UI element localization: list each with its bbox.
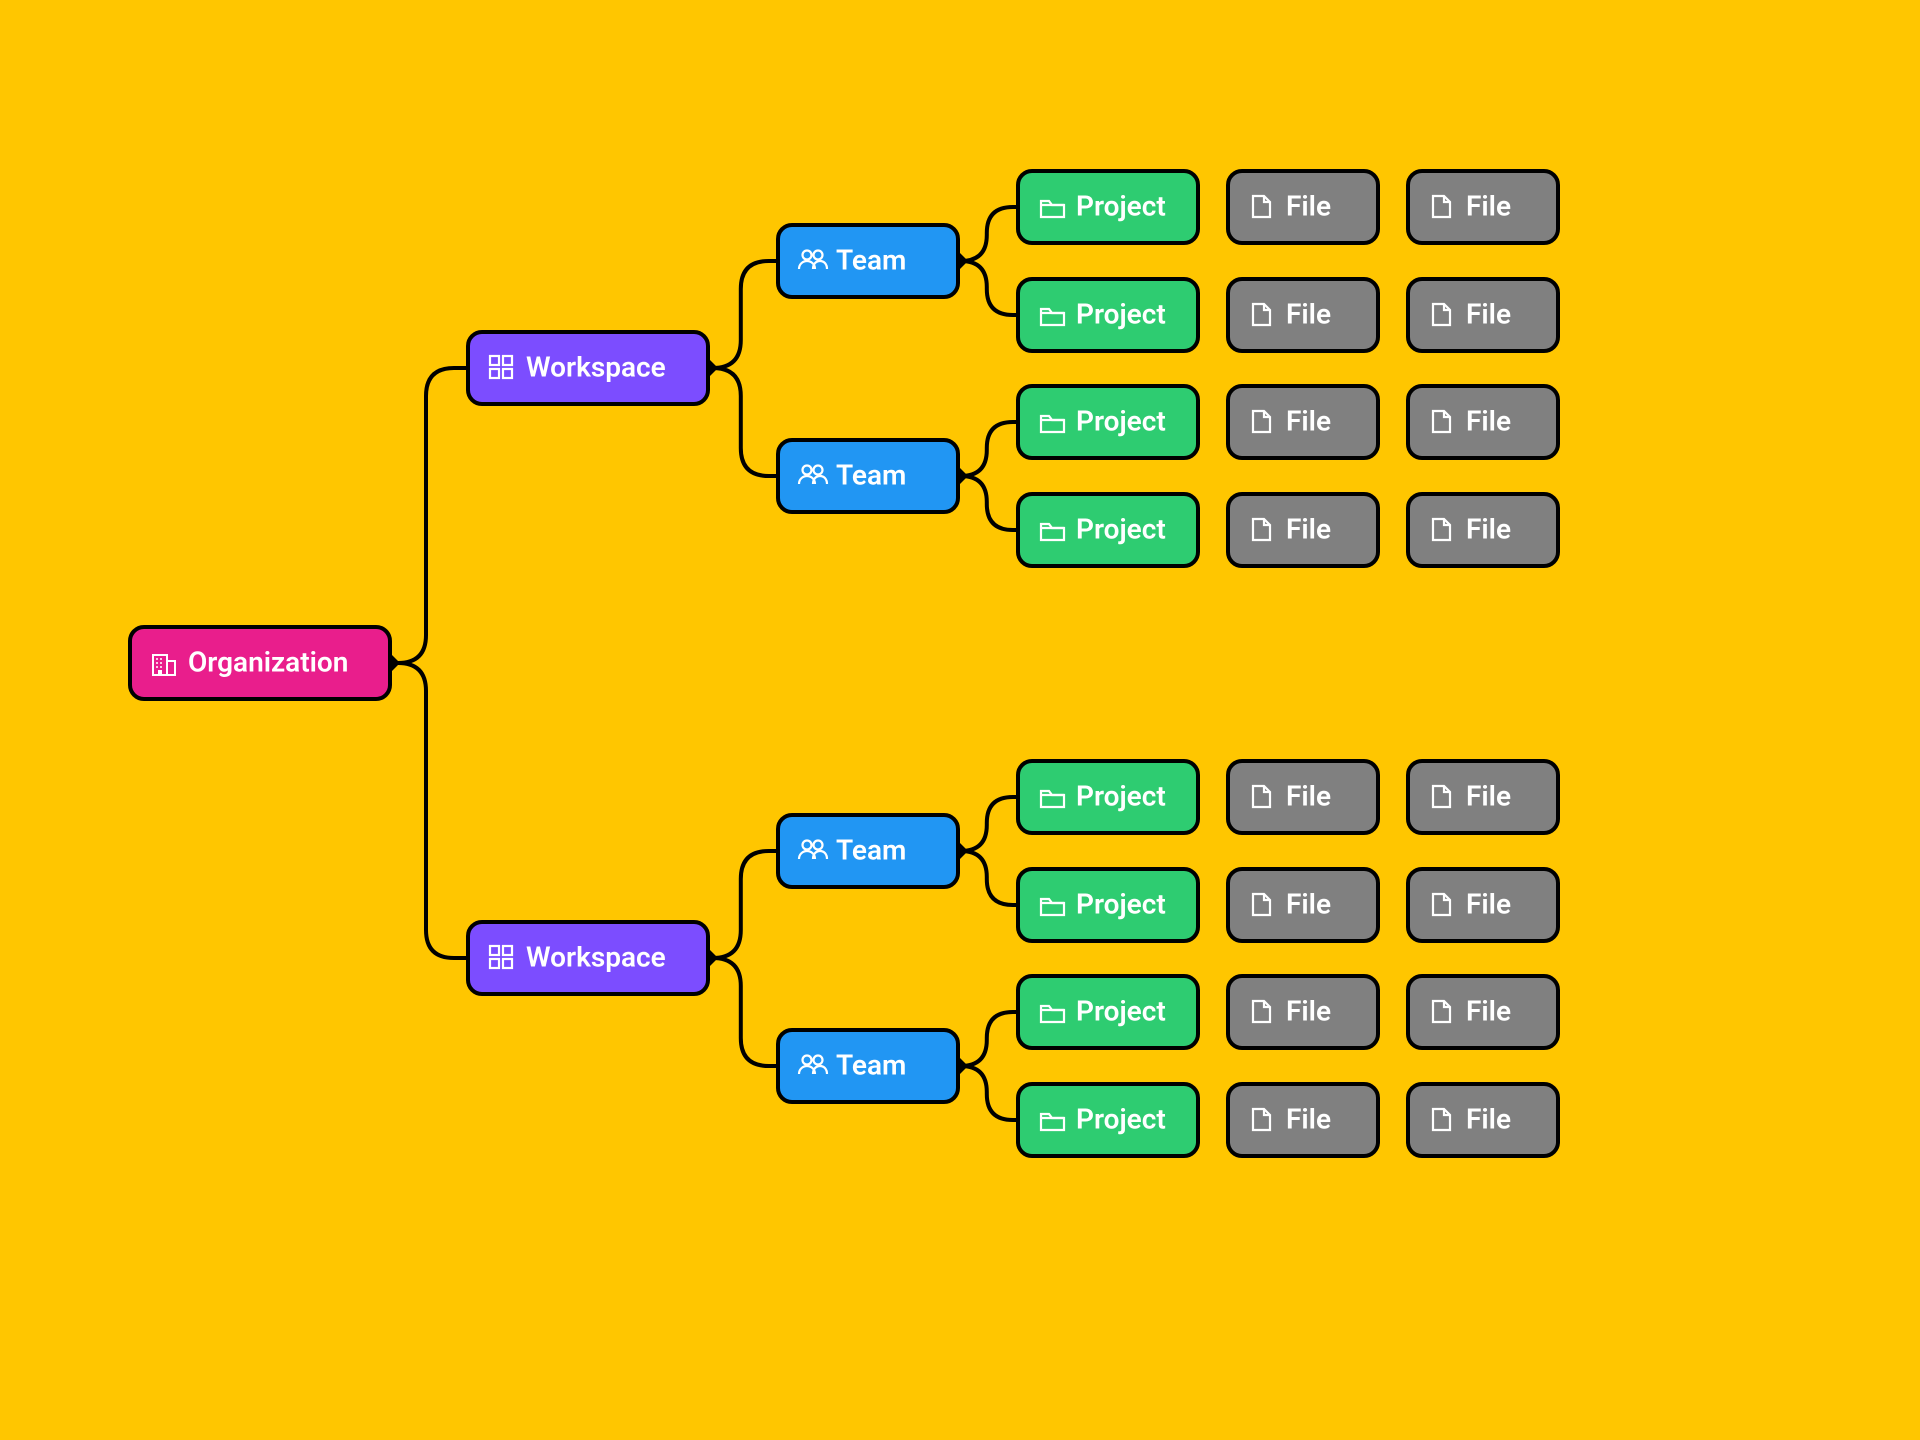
project-node: Project [1018, 976, 1198, 1048]
project-node: Project [1018, 869, 1198, 941]
file-node: File [1228, 279, 1378, 351]
file-node-label: File [1286, 887, 1331, 920]
file-node: File [1408, 1084, 1558, 1156]
file-node: File [1228, 171, 1378, 243]
file-node-label: File [1286, 404, 1331, 437]
team-node-label: Team [836, 243, 906, 276]
team-node-label: Team [836, 1048, 906, 1081]
hierarchy-diagram: Organization Workspace Team Project File File… [0, 0, 1920, 1440]
project-node-label: Project [1076, 994, 1166, 1027]
file-node: File [1408, 279, 1558, 351]
file-node-label: File [1466, 1102, 1511, 1135]
file-node: File [1228, 1084, 1378, 1156]
project-node-label: Project [1076, 512, 1166, 545]
team-node-label: Team [836, 833, 906, 866]
workspace-node-label: Workspace [526, 350, 666, 383]
file-node-label: File [1286, 1102, 1331, 1135]
file-node: File [1228, 494, 1378, 566]
project-node: Project [1018, 171, 1198, 243]
file-node: File [1408, 494, 1558, 566]
file-node: File [1228, 761, 1378, 833]
project-node: Project [1018, 386, 1198, 458]
project-node-label: Project [1076, 887, 1166, 920]
file-node: File [1408, 761, 1558, 833]
team-node: Team [778, 1030, 958, 1102]
file-node: File [1228, 386, 1378, 458]
file-node: File [1408, 869, 1558, 941]
file-node: File [1228, 869, 1378, 941]
file-node-label: File [1466, 779, 1511, 812]
file-node-label: File [1466, 512, 1511, 545]
project-node-label: Project [1076, 779, 1166, 812]
file-node-label: File [1286, 779, 1331, 812]
file-node-label: File [1466, 189, 1511, 222]
file-node: File [1228, 976, 1378, 1048]
workspace-node: Workspace [468, 922, 708, 994]
organization-node-label: Organization [188, 645, 348, 678]
file-node: File [1408, 976, 1558, 1048]
file-node-label: File [1286, 994, 1331, 1027]
file-node-label: File [1466, 994, 1511, 1027]
team-node-label: Team [836, 458, 906, 491]
team-node: Team [778, 225, 958, 297]
file-node-label: File [1466, 404, 1511, 437]
project-node-label: Project [1076, 1102, 1166, 1135]
project-node-label: Project [1076, 189, 1166, 222]
file-node: File [1408, 386, 1558, 458]
project-node-label: Project [1076, 404, 1166, 437]
team-node: Team [778, 815, 958, 887]
organization-node: Organization [130, 627, 390, 699]
project-node-label: Project [1076, 297, 1166, 330]
file-node-label: File [1286, 512, 1331, 545]
project-node: Project [1018, 494, 1198, 566]
file-node-label: File [1466, 297, 1511, 330]
file-node-label: File [1466, 887, 1511, 920]
team-node: Team [778, 440, 958, 512]
file-node-label: File [1286, 297, 1331, 330]
project-node: Project [1018, 761, 1198, 833]
file-node: File [1408, 171, 1558, 243]
file-node-label: File [1286, 189, 1331, 222]
project-node: Project [1018, 279, 1198, 351]
project-node: Project [1018, 1084, 1198, 1156]
workspace-node: Workspace [468, 332, 708, 404]
workspace-node-label: Workspace [526, 940, 666, 973]
